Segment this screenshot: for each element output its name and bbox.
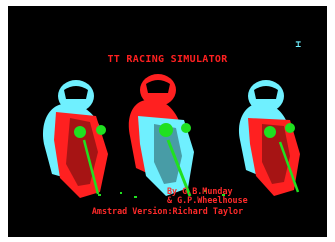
version-credit: Amstrad Version:Richard Taylor	[91, 206, 244, 216]
rider-left	[42, 80, 108, 198]
corner-logo-icon: ⌶	[295, 40, 301, 50]
rider-middle	[128, 74, 194, 197]
rider-right	[238, 80, 300, 196]
game-screen: ⌶ TT RACING SIMULATOR By G.B.Munday & G.…	[8, 6, 327, 237]
game-title: TT RACING SIMULATOR	[107, 54, 228, 65]
motorcycle-racers-illustration	[42, 74, 300, 198]
credits-line-2: & G.P.Wheelhouse	[167, 195, 248, 205]
